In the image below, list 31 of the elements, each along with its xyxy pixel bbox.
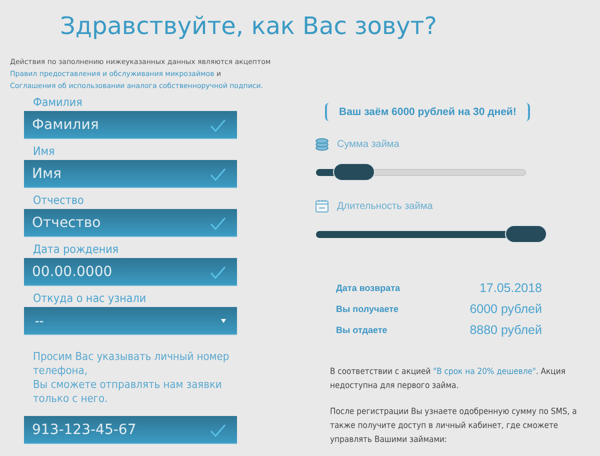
coins-icon <box>315 137 329 151</box>
slider-label: Длительность займа <box>337 200 433 212</box>
slider-handle[interactable] <box>505 225 547 243</box>
promotion-text: В соответствии с акцией "В срок на 20% дешевле". Акция недоступна для первого займа. <box>330 366 566 393</box>
page-title: Здравствуйте, как Вас зовут? <box>59 11 438 42</box>
registration-info: После регистрации Вы узнаете одобренную сумму по SMS, а также получите доступ в личный кабинет, где сможете управлять Вашими займами: <box>330 406 578 447</box>
summary-label: Дата возврата <box>336 283 402 293</box>
loan-summary-banner: Ваш заём 6000 рублей на 30 дней! <box>325 103 530 121</box>
summary-value: 6000 рублей <box>468 302 542 316</box>
source-dropdown[interactable]: -- <box>24 307 237 335</box>
input-field[interactable]: Имя <box>24 160 237 188</box>
slider-handle[interactable] <box>332 163 375 181</box>
field-label: Имя <box>33 144 56 158</box>
input-field[interactable]: 913-123-45-67 <box>24 416 237 444</box>
summary-label: Вы отдаете <box>336 325 388 335</box>
summary-label: Вы получаете <box>336 304 400 314</box>
field-label: Дата рождения <box>33 242 120 256</box>
calendar-icon <box>315 199 329 213</box>
slider-label: Сумма займа <box>337 138 400 150</box>
summary-value: 8880 рублей <box>468 323 542 337</box>
input-field[interactable]: Фамилия <box>24 111 237 139</box>
field-label: Откуда о нас узнали <box>33 291 148 305</box>
field-label: Фамилия <box>33 95 84 109</box>
caret-icon <box>221 318 226 322</box>
summary-value: 17.05.2018 <box>478 281 542 295</box>
slider[interactable] <box>316 225 547 243</box>
input-field[interactable]: 00.00.0000 <box>24 258 237 286</box>
input-field[interactable]: Отчество <box>24 209 237 237</box>
field-label: Отчество <box>33 193 85 207</box>
promotion-link[interactable]: "В срок на 20% дешевле" <box>433 367 536 377</box>
phone-hint: Просим Вас указывать личный номер телефона, Вы сможете отправлять нам заявки только с него. <box>33 350 230 406</box>
